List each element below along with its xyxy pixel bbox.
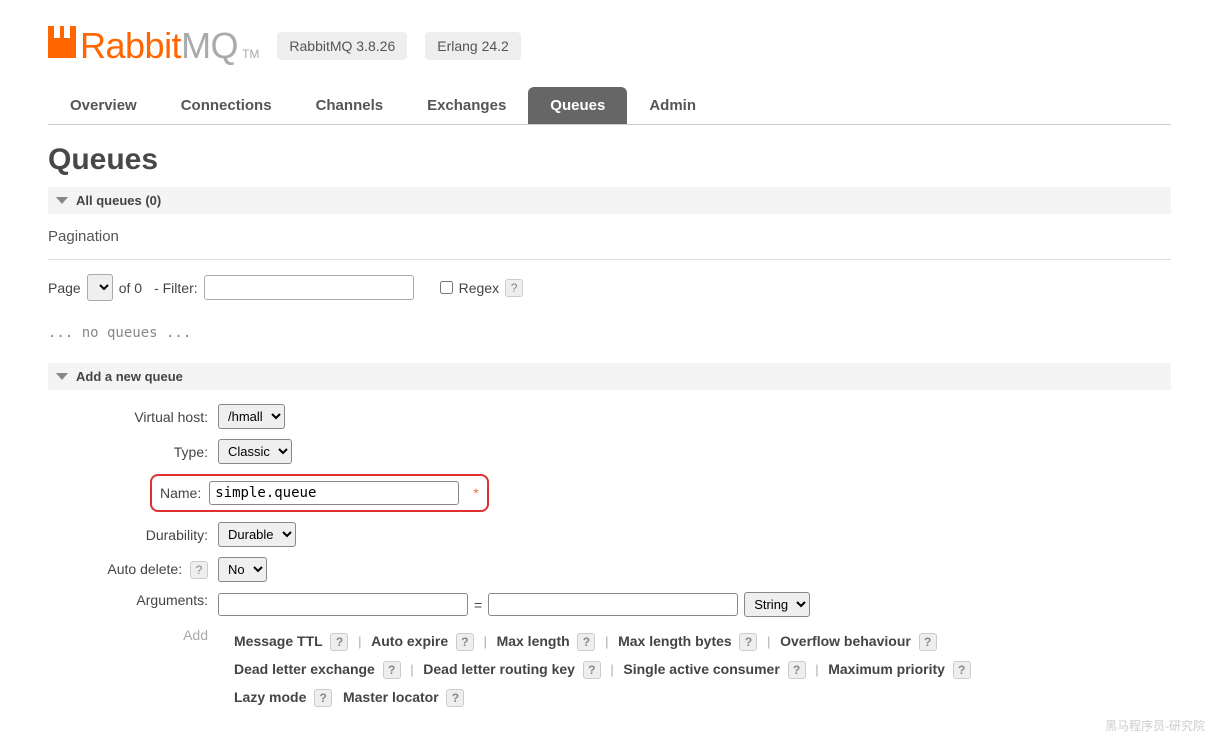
- separator: |: [767, 634, 770, 649]
- help-icon[interactable]: ?: [739, 633, 757, 651]
- logo-text-mq: MQ: [181, 25, 238, 67]
- hint-single-active[interactable]: Single active consumer ?: [623, 661, 805, 677]
- separator: |: [358, 634, 361, 649]
- nav-tabs: Overview Connections Channels Exchanges …: [48, 87, 1171, 125]
- regex-label: Regex: [459, 280, 499, 296]
- pagination-heading: Pagination: [48, 224, 1171, 260]
- row-vhost: Virtual host: /hmall: [48, 404, 1171, 429]
- chevron-down-icon: [56, 197, 68, 204]
- autodelete-select[interactable]: No: [218, 557, 267, 582]
- help-icon[interactable]: ?: [953, 661, 971, 679]
- arguments-inputs: = String: [218, 592, 810, 617]
- add-word: Add: [48, 627, 218, 643]
- hint-max-length[interactable]: Max length ?: [497, 633, 596, 649]
- argument-key-input[interactable]: [218, 593, 468, 616]
- row-durability: Durability: Durable: [48, 522, 1171, 547]
- logo[interactable]: Rabbit MQ TM: [48, 25, 259, 67]
- tab-connections[interactable]: Connections: [159, 87, 294, 124]
- durability-select[interactable]: Durable: [218, 522, 296, 547]
- help-icon[interactable]: ?: [788, 661, 806, 679]
- row-type: Type: Classic: [48, 439, 1171, 464]
- add-queue-form: Virtual host: /hmall Type: Classic Name:…: [48, 404, 1171, 711]
- name-highlight: Name: *: [150, 474, 489, 512]
- watermark: 黑马程序员-研究院: [1105, 717, 1205, 734]
- equals-sign: =: [474, 597, 482, 613]
- hint-master-locator[interactable]: Master locator ?: [343, 689, 464, 705]
- page-word: Page: [48, 280, 81, 296]
- help-icon[interactable]: ?: [383, 661, 401, 679]
- separator: |: [484, 634, 487, 649]
- name-label: Name:: [160, 485, 201, 501]
- arguments-label: Arguments:: [48, 592, 218, 608]
- app-header: Rabbit MQ TM RabbitMQ 3.8.26 Erlang 24.2: [48, 25, 1171, 67]
- hint-lazy-mode[interactable]: Lazy mode ?: [234, 689, 332, 705]
- help-icon[interactable]: ?: [456, 633, 474, 651]
- required-star: *: [473, 485, 478, 501]
- help-icon[interactable]: ?: [446, 689, 464, 707]
- separator: |: [815, 662, 818, 677]
- name-input[interactable]: [209, 481, 459, 505]
- separator: |: [410, 662, 413, 677]
- hint-msg-ttl[interactable]: Message TTL ?: [234, 633, 348, 649]
- help-icon[interactable]: ?: [314, 689, 332, 707]
- page-of-total: of 0: [119, 280, 142, 296]
- no-queues-text: ... no queues ...: [48, 325, 1171, 341]
- argument-value-input[interactable]: [488, 593, 738, 616]
- separator: |: [610, 662, 613, 677]
- tab-queues[interactable]: Queues: [528, 87, 627, 124]
- filter-label: - Filter:: [154, 280, 198, 296]
- row-hints: Add Message TTL ? | Auto expire ? | Max …: [48, 627, 1171, 711]
- separator: |: [605, 634, 608, 649]
- rabbitmq-icon: [48, 26, 76, 58]
- tab-channels[interactable]: Channels: [294, 87, 406, 124]
- regex-checkbox[interactable]: [440, 281, 453, 294]
- help-icon[interactable]: ?: [577, 633, 595, 651]
- badge-version: RabbitMQ 3.8.26: [277, 32, 407, 60]
- help-autodelete[interactable]: ?: [190, 561, 208, 579]
- help-regex[interactable]: ?: [505, 279, 523, 297]
- type-label: Type:: [48, 444, 218, 460]
- row-autodelete: Auto delete: ? No: [48, 557, 1171, 582]
- row-name: Name: *: [48, 474, 1171, 512]
- vhost-select[interactable]: /hmall: [218, 404, 285, 429]
- hint-dlrk[interactable]: Dead letter routing key ?: [423, 661, 600, 677]
- badge-erlang: Erlang 24.2: [425, 32, 521, 60]
- durability-label: Durability:: [48, 527, 218, 543]
- help-icon[interactable]: ?: [330, 633, 348, 651]
- help-icon[interactable]: ?: [583, 661, 601, 679]
- autodelete-label: Auto delete: ?: [48, 561, 218, 579]
- filter-input[interactable]: [204, 275, 414, 300]
- logo-tm: TM: [242, 47, 259, 61]
- add-new-label: Add a new queue: [76, 369, 183, 384]
- page-title: Queues: [48, 143, 1171, 177]
- vhost-label: Virtual host:: [48, 409, 218, 425]
- section-add-queue[interactable]: Add a new queue: [48, 363, 1171, 390]
- tab-admin[interactable]: Admin: [627, 87, 718, 124]
- hint-auto-expire[interactable]: Auto expire ?: [371, 633, 474, 649]
- logo-text-rabbit: Rabbit: [80, 25, 181, 67]
- hint-dlx[interactable]: Dead letter exchange ?: [234, 661, 401, 677]
- pagination-row: Page of 0 - Filter: Regex ?: [48, 274, 1171, 301]
- page-select[interactable]: [87, 274, 113, 301]
- hint-overflow[interactable]: Overflow behaviour ?: [780, 633, 936, 649]
- hint-max-length-bytes[interactable]: Max length bytes ?: [618, 633, 757, 649]
- section-all-queues[interactable]: All queues (0): [48, 187, 1171, 214]
- hint-max-priority[interactable]: Maximum priority ?: [828, 661, 970, 677]
- tab-overview[interactable]: Overview: [48, 87, 159, 124]
- type-select[interactable]: Classic: [218, 439, 292, 464]
- tab-exchanges[interactable]: Exchanges: [405, 87, 528, 124]
- help-icon[interactable]: ?: [919, 633, 937, 651]
- all-queues-label: All queues (0): [76, 193, 161, 208]
- argument-type-select[interactable]: String: [744, 592, 810, 617]
- chevron-down-icon: [56, 373, 68, 380]
- row-arguments: Arguments: = String: [48, 592, 1171, 617]
- hint-list: Message TTL ? | Auto expire ? | Max leng…: [234, 627, 971, 711]
